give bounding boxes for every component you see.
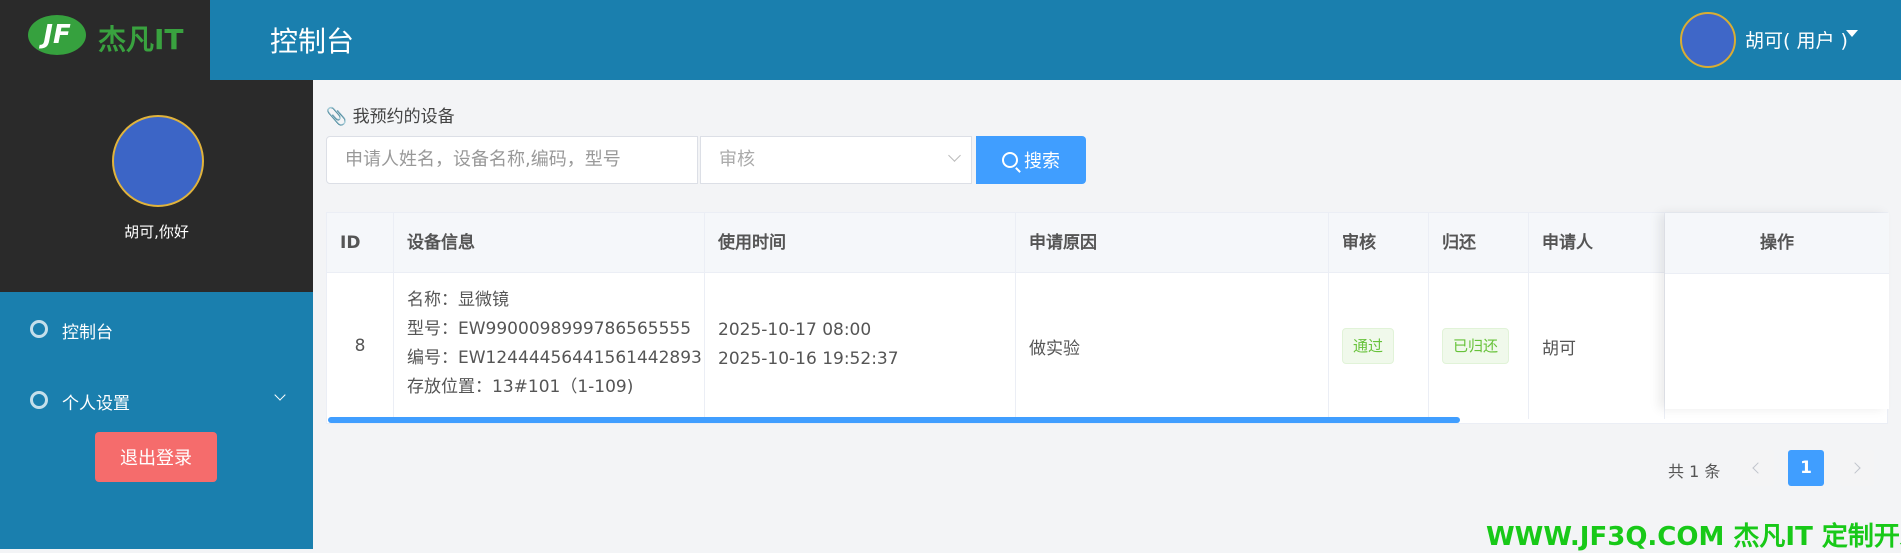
- column-header: 操作: [1665, 213, 1889, 274]
- next-page-button[interactable]: [1840, 450, 1874, 486]
- table-cell-return: 已归还: [1429, 273, 1529, 419]
- horizontal-scrollbar[interactable]: [328, 417, 1460, 423]
- pagination-total: 共 1 条: [1668, 462, 1721, 481]
- search-icon: [1002, 152, 1018, 168]
- avatar: [112, 115, 204, 207]
- column-header: 审核: [1329, 213, 1429, 273]
- sidebar: 胡可,你好 控制台 个人设置 退出登录: [0, 80, 313, 549]
- logo-mark: JF: [28, 15, 86, 55]
- device-name: 名称：显微镜: [407, 290, 509, 310]
- column-header: 申请人: [1529, 213, 1665, 273]
- search-button[interactable]: 搜索: [976, 136, 1086, 184]
- sidebar-item-dashboard[interactable]: 控制台: [0, 310, 313, 350]
- gear-icon: [30, 391, 48, 409]
- sidebar-item-personal-settings[interactable]: 个人设置: [0, 381, 313, 421]
- column-header: 归还: [1429, 213, 1529, 273]
- audit-status-select[interactable]: 审核: [700, 136, 972, 184]
- user-avatar[interactable]: [1680, 12, 1736, 68]
- column-header: 申请原因: [1016, 213, 1329, 273]
- footer-watermark: WWW.JF3Q.COM 杰凡IT 定制开发: [1486, 522, 1901, 552]
- table-cell-usage-time: 2025-10-17 08:00 2025-10-16 19:52:37: [705, 273, 1016, 419]
- audit-status-badge: 通过: [1342, 328, 1395, 364]
- device-location: 存放位置：13#101（1-109): [407, 377, 634, 397]
- actions-column: 操作: [1665, 213, 1889, 409]
- table-cell-audit: 通过: [1329, 273, 1429, 419]
- paperclip-icon: 📎: [326, 107, 348, 127]
- search-button-label: 搜索: [1024, 151, 1060, 172]
- table-cell-device-info: 名称：显微镜 型号：EW9900098999786565555 编号：EW124…: [394, 273, 705, 419]
- time-start: 2025-10-17 08:00: [718, 320, 872, 340]
- sidebar-item-label: 个人设置: [62, 394, 130, 414]
- sidebar-profile: 胡可,你好: [0, 80, 313, 292]
- sidebar-item-label: 控制台: [62, 323, 113, 343]
- logout-button[interactable]: 退出登录: [95, 432, 217, 482]
- search-input[interactable]: 申请人姓名，设备名称,编码，型号: [326, 136, 698, 184]
- gear-icon: [30, 320, 48, 338]
- time-end: 2025-10-16 19:52:37: [718, 349, 899, 369]
- column-header: ID: [327, 213, 394, 273]
- top-bar: JF 杰凡IT 控制台 胡可( 用户 ): [0, 0, 1901, 80]
- reservation-table: ID 设备信息 使用时间 申请原因 审核 归还 申请人 8 名称：显微镜 型号：…: [326, 212, 1889, 424]
- chevron-down-icon: [274, 389, 286, 401]
- logo[interactable]: JF 杰凡IT: [0, 0, 210, 80]
- table-cell-reason: 做实验: [1016, 273, 1329, 419]
- section-title-text: 我预约的设备: [352, 107, 455, 127]
- return-status-badge: 已归还: [1442, 328, 1510, 364]
- table-cell-applicant: 胡可: [1529, 273, 1665, 419]
- chevron-left-icon: [1752, 462, 1764, 474]
- greeting-text: 胡可,你好: [124, 223, 189, 241]
- prev-page-button[interactable]: [1740, 450, 1774, 486]
- caret-down-icon[interactable]: [1846, 30, 1858, 37]
- column-header: 设备信息: [394, 213, 705, 273]
- section-title: 📎 我预约的设备: [326, 102, 455, 127]
- logo-text: 杰凡IT: [98, 23, 184, 56]
- chevron-right-icon: [1849, 462, 1861, 474]
- page-title: 控制台: [270, 25, 355, 58]
- page-number-current[interactable]: 1: [1788, 450, 1824, 486]
- device-code: 编号：EW12444456441561442893: [407, 348, 702, 368]
- column-header: 使用时间: [705, 213, 1016, 273]
- device-model: 型号：EW9900098999786565555: [407, 319, 692, 339]
- user-menu-name[interactable]: 胡可( 用户 ): [1745, 26, 1848, 53]
- table-cell-id: 8: [327, 273, 394, 419]
